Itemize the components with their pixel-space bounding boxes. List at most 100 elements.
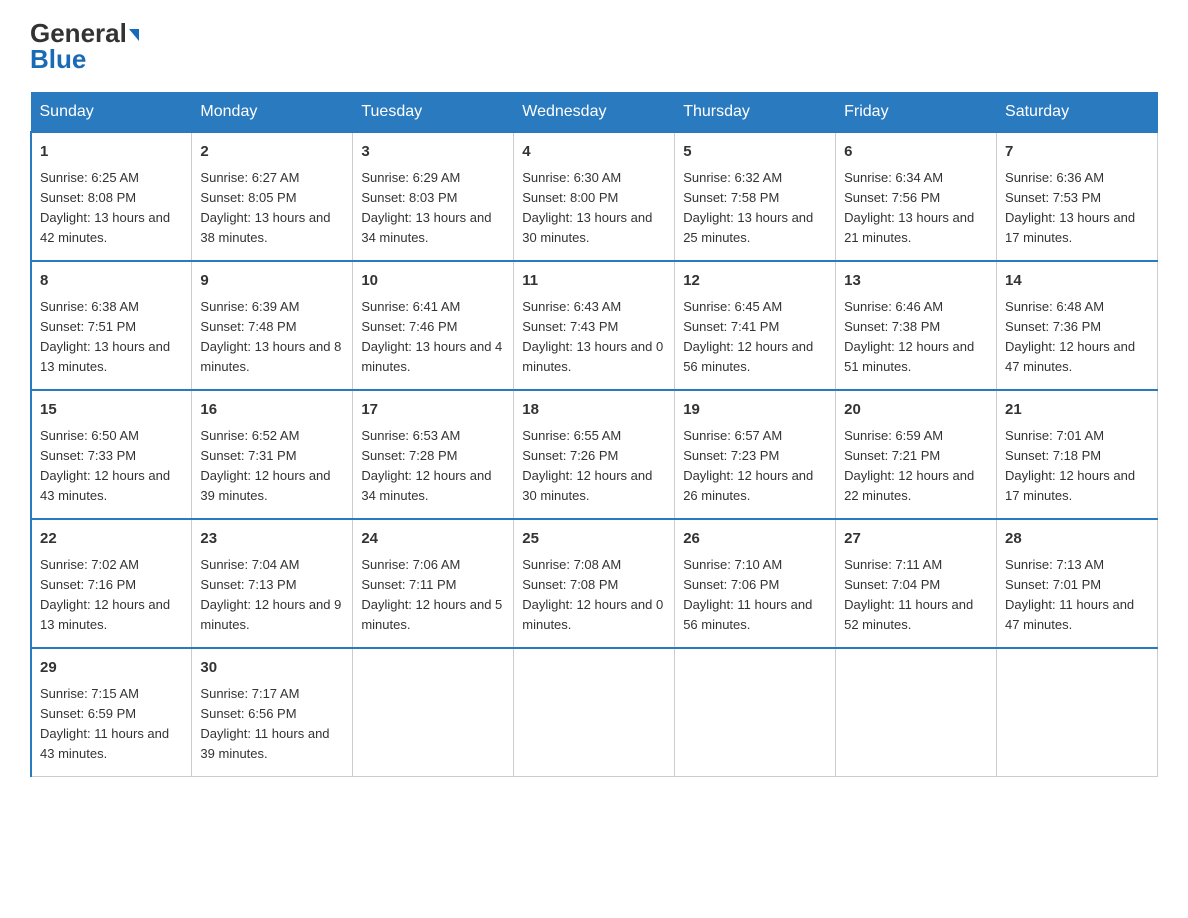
day-info: Sunrise: 6:25 AMSunset: 8:08 PMDaylight:… xyxy=(40,168,183,249)
logo-triangle-icon xyxy=(129,29,139,41)
day-info: Sunrise: 7:15 AMSunset: 6:59 PMDaylight:… xyxy=(40,684,183,765)
week-row-4: 22 Sunrise: 7:02 AMSunset: 7:16 PMDayligh… xyxy=(31,519,1158,648)
day-info: Sunrise: 7:17 AMSunset: 6:56 PMDaylight:… xyxy=(200,684,344,765)
day-number: 1 xyxy=(40,141,183,164)
day-info: Sunrise: 6:30 AMSunset: 8:00 PMDaylight:… xyxy=(522,168,666,249)
day-info: Sunrise: 6:45 AMSunset: 7:41 PMDaylight:… xyxy=(683,297,827,378)
calendar-cell: 11 Sunrise: 6:43 AMSunset: 7:43 PMDayligh… xyxy=(514,261,675,390)
day-info: Sunrise: 7:08 AMSunset: 7:08 PMDaylight:… xyxy=(522,555,666,636)
day-number: 28 xyxy=(1005,528,1149,551)
calendar-cell: 19 Sunrise: 6:57 AMSunset: 7:23 PMDayligh… xyxy=(675,390,836,519)
calendar-cell: 10Sunrise: 6:41 AMSunset: 7:46 PMDayligh… xyxy=(353,261,514,390)
day-number: 7 xyxy=(1005,141,1149,164)
day-info: Sunrise: 7:02 AMSunset: 7:16 PMDaylight:… xyxy=(40,555,183,636)
day-info: Sunrise: 6:55 AMSunset: 7:26 PMDaylight:… xyxy=(522,426,666,507)
calendar-cell: 26 Sunrise: 7:10 AMSunset: 7:06 PMDayligh… xyxy=(675,519,836,648)
day-number: 4 xyxy=(522,141,666,164)
calendar-cell: 27 Sunrise: 7:11 AMSunset: 7:04 PMDayligh… xyxy=(836,519,997,648)
day-info: Sunrise: 6:46 AMSunset: 7:38 PMDaylight:… xyxy=(844,297,988,378)
calendar-cell: 9Sunrise: 6:39 AMSunset: 7:48 PMDaylight… xyxy=(192,261,353,390)
calendar-cell: 22 Sunrise: 7:02 AMSunset: 7:16 PMDayligh… xyxy=(31,519,192,648)
calendar-cell: 25Sunrise: 7:08 AMSunset: 7:08 PMDayligh… xyxy=(514,519,675,648)
day-number: 29 xyxy=(40,657,183,680)
calendar-cell: 24 Sunrise: 7:06 AMSunset: 7:11 PMDayligh… xyxy=(353,519,514,648)
calendar-cell xyxy=(836,648,997,777)
calendar-cell: 30Sunrise: 7:17 AMSunset: 6:56 PMDayligh… xyxy=(192,648,353,777)
calendar-cell: 5 Sunrise: 6:32 AMSunset: 7:58 PMDaylight… xyxy=(675,132,836,261)
day-number: 21 xyxy=(1005,399,1149,422)
calendar-cell xyxy=(997,648,1158,777)
day-info: Sunrise: 6:34 AMSunset: 7:56 PMDaylight:… xyxy=(844,168,988,249)
calendar-cell: 14 Sunrise: 6:48 AMSunset: 7:36 PMDayligh… xyxy=(997,261,1158,390)
day-info: Sunrise: 7:13 AMSunset: 7:01 PMDaylight:… xyxy=(1005,555,1149,636)
calendar-cell: 8Sunrise: 6:38 AMSunset: 7:51 PMDaylight… xyxy=(31,261,192,390)
day-header-wednesday: Wednesday xyxy=(514,93,675,133)
calendar-cell: 1 Sunrise: 6:25 AMSunset: 8:08 PMDaylight… xyxy=(31,132,192,261)
day-number: 11 xyxy=(522,270,666,293)
calendar-cell: 13 Sunrise: 6:46 AMSunset: 7:38 PMDayligh… xyxy=(836,261,997,390)
week-row-2: 8Sunrise: 6:38 AMSunset: 7:51 PMDaylight… xyxy=(31,261,1158,390)
day-info: Sunrise: 6:29 AMSunset: 8:03 PMDaylight:… xyxy=(361,168,505,249)
day-number: 26 xyxy=(683,528,827,551)
day-number: 9 xyxy=(200,270,344,293)
day-header-sunday: Sunday xyxy=(31,93,192,133)
day-info: Sunrise: 7:06 AMSunset: 7:11 PMDaylight:… xyxy=(361,555,505,636)
day-number: 6 xyxy=(844,141,988,164)
day-header-thursday: Thursday xyxy=(675,93,836,133)
day-info: Sunrise: 7:10 AMSunset: 7:06 PMDaylight:… xyxy=(683,555,827,636)
day-number: 27 xyxy=(844,528,988,551)
day-number: 23 xyxy=(200,528,344,551)
day-info: Sunrise: 6:41 AMSunset: 7:46 PMDaylight:… xyxy=(361,297,505,378)
day-info: Sunrise: 7:04 AMSunset: 7:13 PMDaylight:… xyxy=(200,555,344,636)
logo-text: General Blue xyxy=(30,20,139,72)
day-info: Sunrise: 6:53 AMSunset: 7:28 PMDaylight:… xyxy=(361,426,505,507)
day-number: 13 xyxy=(844,270,988,293)
day-info: Sunrise: 6:27 AMSunset: 8:05 PMDaylight:… xyxy=(200,168,344,249)
day-number: 12 xyxy=(683,270,827,293)
day-info: Sunrise: 6:43 AMSunset: 7:43 PMDaylight:… xyxy=(522,297,666,378)
day-number: 17 xyxy=(361,399,505,422)
calendar-cell: 23 Sunrise: 7:04 AMSunset: 7:13 PMDayligh… xyxy=(192,519,353,648)
day-number: 14 xyxy=(1005,270,1149,293)
calendar-cell: 29 Sunrise: 7:15 AMSunset: 6:59 PMDayligh… xyxy=(31,648,192,777)
calendar-body: 1 Sunrise: 6:25 AMSunset: 8:08 PMDaylight… xyxy=(31,132,1158,777)
day-number: 5 xyxy=(683,141,827,164)
day-number: 22 xyxy=(40,528,183,551)
day-info: Sunrise: 6:32 AMSunset: 7:58 PMDaylight:… xyxy=(683,168,827,249)
day-number: 3 xyxy=(361,141,505,164)
calendar-cell: 4 Sunrise: 6:30 AMSunset: 8:00 PMDaylight… xyxy=(514,132,675,261)
day-info: Sunrise: 6:59 AMSunset: 7:21 PMDaylight:… xyxy=(844,426,988,507)
week-row-3: 15 Sunrise: 6:50 AMSunset: 7:33 PMDayligh… xyxy=(31,390,1158,519)
calendar-cell: 18 Sunrise: 6:55 AMSunset: 7:26 PMDayligh… xyxy=(514,390,675,519)
day-number: 24 xyxy=(361,528,505,551)
day-info: Sunrise: 7:01 AMSunset: 7:18 PMDaylight:… xyxy=(1005,426,1149,507)
day-header-tuesday: Tuesday xyxy=(353,93,514,133)
logo-blue-text: Blue xyxy=(30,44,86,74)
calendar-table: SundayMondayTuesdayWednesdayThursdayFrid… xyxy=(30,92,1158,777)
day-info: Sunrise: 6:36 AMSunset: 7:53 PMDaylight:… xyxy=(1005,168,1149,249)
day-header-monday: Monday xyxy=(192,93,353,133)
calendar-cell: 6 Sunrise: 6:34 AMSunset: 7:56 PMDaylight… xyxy=(836,132,997,261)
page-header: General Blue xyxy=(30,20,1158,72)
calendar-cell: 28 Sunrise: 7:13 AMSunset: 7:01 PMDayligh… xyxy=(997,519,1158,648)
logo: General Blue xyxy=(30,20,139,72)
week-row-1: 1 Sunrise: 6:25 AMSunset: 8:08 PMDaylight… xyxy=(31,132,1158,261)
day-number: 20 xyxy=(844,399,988,422)
day-number: 16 xyxy=(200,399,344,422)
days-row: SundayMondayTuesdayWednesdayThursdayFrid… xyxy=(31,93,1158,133)
calendar-cell xyxy=(675,648,836,777)
day-header-saturday: Saturday xyxy=(997,93,1158,133)
day-info: Sunrise: 6:38 AMSunset: 7:51 PMDaylight:… xyxy=(40,297,183,378)
day-info: Sunrise: 7:11 AMSunset: 7:04 PMDaylight:… xyxy=(844,555,988,636)
day-number: 18 xyxy=(522,399,666,422)
day-info: Sunrise: 6:57 AMSunset: 7:23 PMDaylight:… xyxy=(683,426,827,507)
day-info: Sunrise: 6:50 AMSunset: 7:33 PMDaylight:… xyxy=(40,426,183,507)
calendar-cell: 21 Sunrise: 7:01 AMSunset: 7:18 PMDayligh… xyxy=(997,390,1158,519)
day-info: Sunrise: 6:48 AMSunset: 7:36 PMDaylight:… xyxy=(1005,297,1149,378)
day-number: 19 xyxy=(683,399,827,422)
day-number: 15 xyxy=(40,399,183,422)
day-header-friday: Friday xyxy=(836,93,997,133)
calendar-cell: 12 Sunrise: 6:45 AMSunset: 7:41 PMDayligh… xyxy=(675,261,836,390)
week-row-5: 29 Sunrise: 7:15 AMSunset: 6:59 PMDayligh… xyxy=(31,648,1158,777)
day-info: Sunrise: 6:52 AMSunset: 7:31 PMDaylight:… xyxy=(200,426,344,507)
